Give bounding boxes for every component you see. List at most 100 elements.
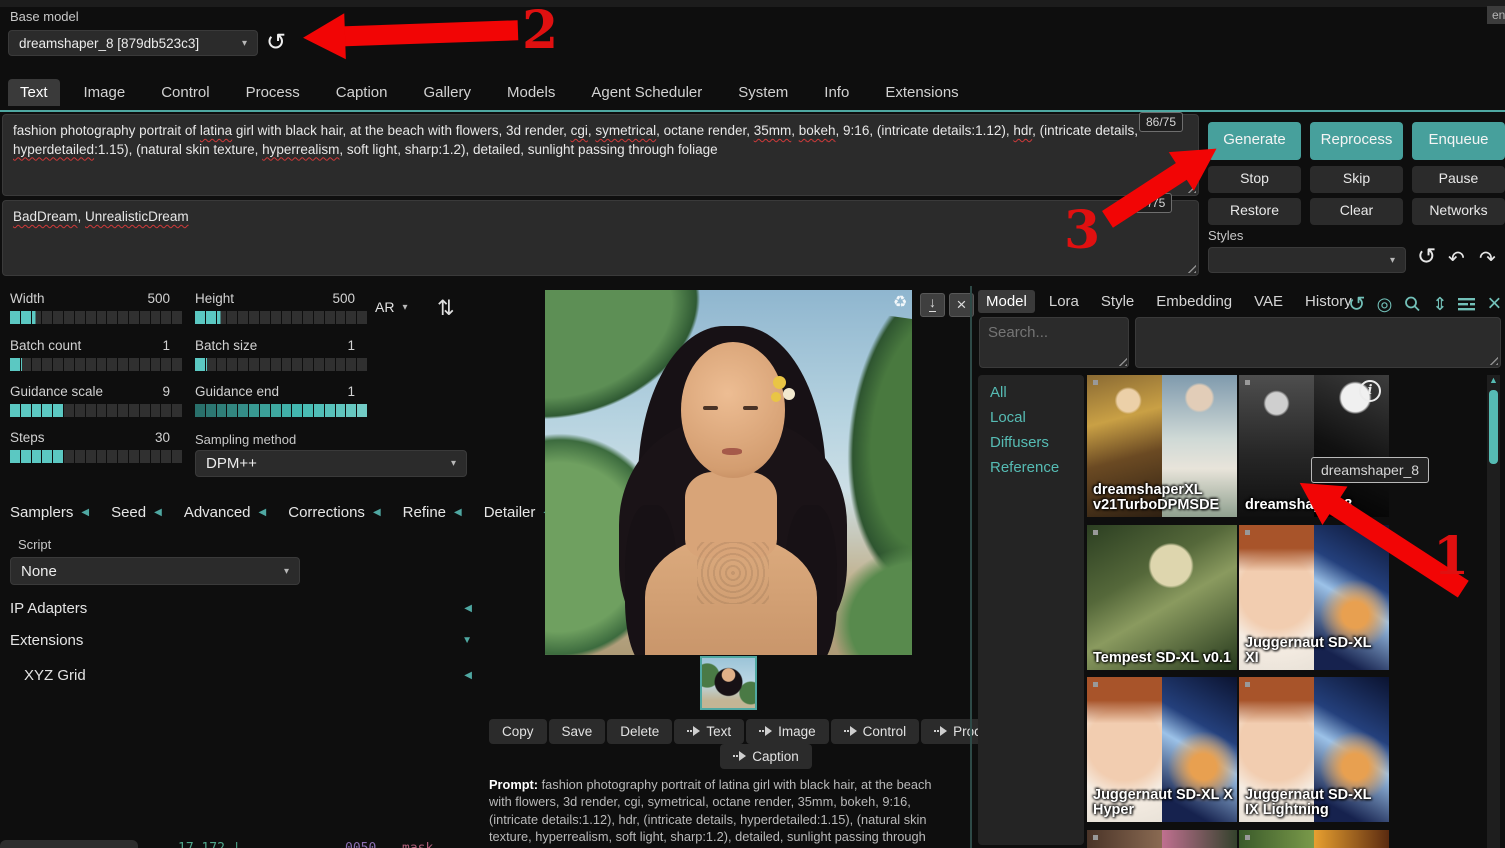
scan-icon[interactable]: ◎: [1377, 295, 1393, 313]
slider-width[interactable]: Width500: [10, 291, 182, 324]
pause-button[interactable]: Pause: [1412, 166, 1505, 193]
script-select[interactable]: None ▾: [10, 557, 300, 585]
slider-track[interactable]: [10, 404, 182, 417]
resize-handle-icon[interactable]: [1488, 355, 1498, 365]
copy-button[interactable]: Copy: [489, 719, 547, 744]
styles-select[interactable]: ▾: [1208, 247, 1406, 273]
tab-process[interactable]: Process: [234, 79, 312, 106]
view-list-icon[interactable]: [1458, 297, 1476, 311]
networks-toolbar: ↺ ◎ ⇕ ×: [1348, 292, 1501, 316]
tab-control[interactable]: Control: [149, 79, 221, 106]
info-icon[interactable]: i: [1359, 380, 1381, 402]
clear-button[interactable]: Clear: [1310, 198, 1403, 225]
ar-select[interactable]: AR ▾: [375, 299, 407, 315]
slider-batch-count[interactable]: Batch count1: [10, 338, 182, 371]
accordion-samplers[interactable]: Samplers◀: [10, 504, 89, 521]
network-search-input[interactable]: [979, 317, 1129, 368]
model-preview-image: [1087, 525, 1237, 670]
slider-batch-size[interactable]: Batch size1: [195, 338, 367, 371]
delete-button[interactable]: Delete: [607, 719, 672, 744]
skip-button[interactable]: Skip: [1310, 166, 1403, 193]
model-card-tempest-sd-xl-v0-1[interactable]: Tempest SD-XL v0.1: [1087, 525, 1237, 670]
restore-button[interactable]: Restore: [1208, 198, 1301, 225]
styles-refresh-icon[interactable]: ↺: [1417, 243, 1436, 270]
accordion-corrections[interactable]: Corrections◀: [288, 504, 380, 521]
send-arrow-icon: [844, 719, 857, 744]
scrollbar-thumb[interactable]: [1489, 390, 1498, 464]
redo-icon[interactable]: ↷: [1479, 246, 1496, 271]
slider-guidance-end[interactable]: Guidance end1: [195, 384, 367, 417]
generate-button[interactable]: Generate: [1208, 122, 1301, 160]
tab-agent-scheduler[interactable]: Agent Scheduler: [579, 79, 714, 106]
send-to-image-button[interactable]: Image: [746, 719, 829, 744]
collapse-left-icon: ◀: [154, 507, 162, 518]
send-to-control-button[interactable]: Control: [831, 719, 920, 744]
slider-height[interactable]: Height500: [195, 291, 367, 324]
model-card-partial[interactable]: [1087, 830, 1237, 848]
prompt-textarea[interactable]: fashion photography portrait of latina g…: [2, 114, 1199, 196]
networks-refresh-icon[interactable]: ↺: [1348, 294, 1366, 315]
networks-tab-vae[interactable]: VAE: [1246, 290, 1291, 313]
enqueue-button[interactable]: Enqueue: [1412, 122, 1505, 160]
base-model-select[interactable]: dreamshaper_8 [879db523c3] ▾: [8, 30, 258, 56]
tab-text[interactable]: Text: [8, 79, 60, 106]
section-extensions[interactable]: Extensions▼: [10, 632, 472, 649]
refresh-model-icon[interactable]: ↺: [266, 28, 286, 57]
generated-image[interactable]: ♻: [545, 290, 912, 655]
accordion-seed[interactable]: Seed◀: [111, 504, 162, 521]
send-to-caption-button[interactable]: Caption: [720, 744, 812, 769]
networks-tab-embedding[interactable]: Embedding: [1148, 290, 1240, 313]
section-label: XYZ Grid: [10, 667, 86, 684]
accordion-advanced[interactable]: Advanced◀: [184, 504, 266, 521]
model-card-juggernaut-sd-xl-x-hyper[interactable]: Juggernaut SD-XL X Hyper: [1087, 677, 1237, 822]
tab-image[interactable]: Image: [72, 79, 138, 106]
filter-diffusers[interactable]: Diffusers: [978, 430, 1084, 455]
sampling-method-select[interactable]: DPM++ ▾: [195, 450, 467, 477]
model-card-dreamshaperxl-v21turbodpmsde[interactable]: dreamshaperXL v21TurboDPMSDE: [1087, 375, 1237, 517]
resize-handle-icon[interactable]: [1186, 263, 1196, 273]
scroll-up-icon[interactable]: ▲: [1489, 376, 1498, 385]
model-card-partial[interactable]: [1239, 830, 1389, 848]
networks-tab-lora[interactable]: Lora: [1041, 290, 1087, 313]
sort-updown-icon[interactable]: ⇕: [1432, 295, 1447, 313]
close-panel-icon[interactable]: ×: [1487, 292, 1501, 316]
slider-steps[interactable]: Steps30: [10, 430, 182, 463]
filter-local[interactable]: Local: [978, 405, 1084, 430]
slider-track[interactable]: [195, 404, 367, 417]
reprocess-button[interactable]: Reprocess: [1310, 122, 1403, 160]
tab-extensions[interactable]: Extensions: [873, 79, 970, 106]
model-card-juggernaut-sd-xl-ix-lightning[interactable]: Juggernaut SD-XL IX Lightning: [1239, 677, 1389, 822]
slider-track[interactable]: [195, 311, 367, 324]
slider-track[interactable]: [10, 358, 182, 371]
slider-track[interactable]: [10, 311, 182, 324]
negative-prompt-textarea[interactable]: BadDream, UnrealisticDream: [2, 200, 1199, 276]
search-icon[interactable]: [1403, 295, 1421, 313]
tab-info[interactable]: Info: [812, 79, 861, 106]
filter-reference[interactable]: Reference: [978, 455, 1084, 480]
tab-system[interactable]: System: [726, 79, 800, 106]
slider-guidance-scale[interactable]: Guidance scale9: [10, 384, 182, 417]
download-button[interactable]: ↓: [920, 293, 945, 317]
gallery-thumbnail[interactable]: [700, 656, 757, 710]
undo-icon[interactable]: ↶: [1448, 246, 1465, 271]
accordion-detailer[interactable]: Detailer◀: [484, 504, 551, 521]
send-to-text-button[interactable]: Text: [674, 719, 744, 744]
save-button[interactable]: Save: [549, 719, 606, 744]
networks-button[interactable]: Networks: [1412, 198, 1505, 225]
section-xyz-grid[interactable]: XYZ Grid◀: [10, 667, 472, 684]
recycle-icon: ♻: [893, 292, 907, 312]
filter-all[interactable]: All: [978, 380, 1084, 405]
network-description-box[interactable]: [1135, 317, 1501, 368]
section-ip-adapters[interactable]: IP Adapters◀: [10, 600, 472, 617]
networks-tab-style[interactable]: Style: [1093, 290, 1142, 313]
accordion-refine[interactable]: Refine◀: [403, 504, 462, 521]
send-arrow-icon: [934, 719, 947, 744]
slider-track[interactable]: [195, 358, 367, 371]
tab-caption[interactable]: Caption: [324, 79, 400, 106]
tab-models[interactable]: Models: [495, 79, 567, 106]
language-badge[interactable]: en: [1487, 6, 1505, 24]
swap-dimensions-icon[interactable]: ⇅: [437, 296, 455, 321]
tab-gallery[interactable]: Gallery: [411, 79, 483, 106]
networks-tab-model[interactable]: Model: [978, 290, 1035, 313]
slider-track[interactable]: [10, 450, 182, 463]
